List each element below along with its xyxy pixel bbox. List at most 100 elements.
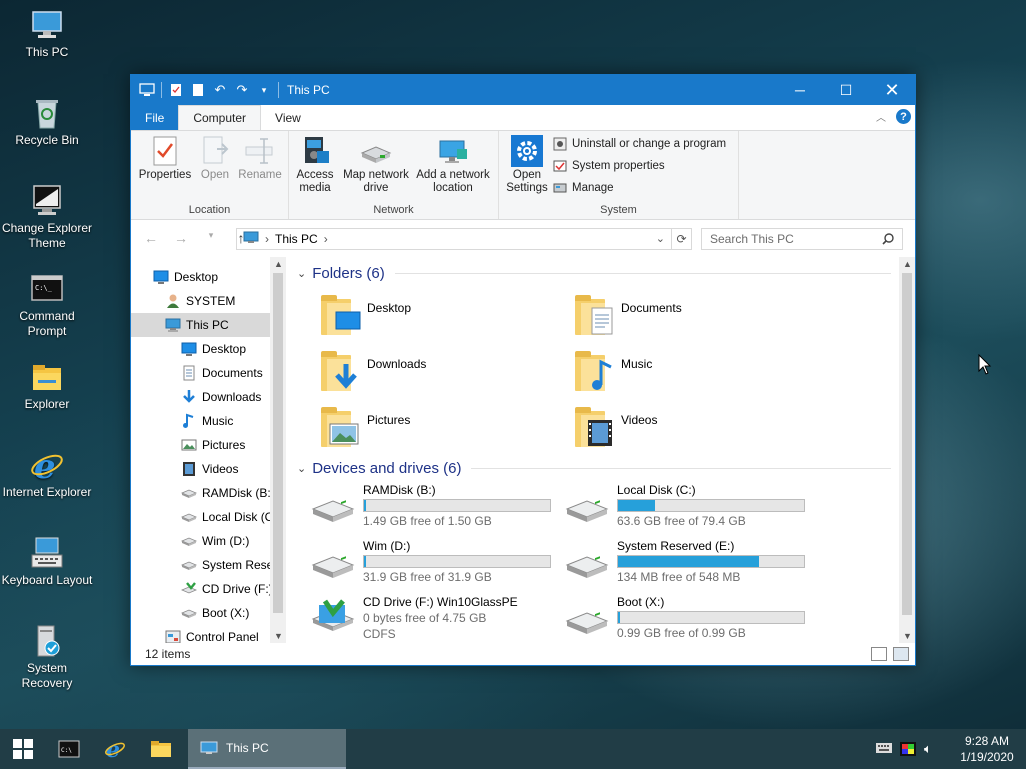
nav-tree-item[interactable]: Desktop bbox=[131, 337, 286, 361]
collapse-chevron-icon[interactable]: ⌄ bbox=[297, 462, 306, 475]
volume-icon[interactable]: 🔈︎ bbox=[924, 742, 940, 756]
nav-tree-item[interactable]: Local Disk (C:) bbox=[131, 505, 286, 529]
scroll-down-icon[interactable]: ▼ bbox=[274, 631, 283, 641]
taskbar-task-this-pc[interactable]: This PC bbox=[188, 729, 346, 769]
nav-tree-item[interactable]: SYSTEM bbox=[131, 289, 286, 313]
map-network-drive-button[interactable]: Map network drive bbox=[339, 135, 413, 195]
maximize-button[interactable]: ☐ bbox=[823, 75, 869, 105]
redo-icon[interactable]: ↷ bbox=[234, 82, 250, 98]
nav-scrollbar[interactable]: ▲ ▼ bbox=[270, 257, 286, 643]
nav-tree-item[interactable]: Desktop bbox=[131, 265, 286, 289]
recent-dropdown-icon[interactable]: ▾ bbox=[203, 230, 219, 246]
desktop-icon-change-explorer-theme[interactable]: Change Explorer Theme bbox=[0, 184, 94, 251]
system-properties-button[interactable]: System properties bbox=[553, 159, 665, 173]
scroll-down-icon[interactable]: ▼ bbox=[903, 631, 912, 641]
drives-section-header[interactable]: ⌄ Devices and drives (6) bbox=[297, 460, 891, 477]
open-settings-button[interactable]: Open Settings bbox=[505, 135, 549, 195]
folder-item[interactable]: Videos bbox=[571, 405, 657, 449]
back-arrow-icon[interactable]: ← bbox=[143, 230, 159, 246]
help-icon[interactable]: ? bbox=[896, 109, 911, 124]
uninstall-program-button[interactable]: Uninstall or change a program bbox=[553, 137, 726, 151]
folder-item[interactable]: Desktop bbox=[317, 293, 411, 337]
drive-item[interactable]: Boot (X:) 0.99 GB free of 0.99 GB bbox=[555, 595, 805, 643]
desktop-icon-explorer[interactable]: Explorer bbox=[0, 360, 94, 412]
nav-tree-label: Documents bbox=[202, 366, 263, 380]
drive-item[interactable]: CD Drive (F:) Win10GlassPE 0 bytes free o… bbox=[301, 595, 551, 643]
properties-button[interactable]: Properties bbox=[135, 135, 195, 182]
tab-view[interactable]: View bbox=[261, 105, 315, 130]
nav-tree-item[interactable]: Wim (D:) bbox=[131, 529, 286, 553]
desktop-icon-command-prompt[interactable]: C:\_ Command Prompt bbox=[0, 272, 94, 339]
folder-item[interactable]: Pictures bbox=[317, 405, 410, 449]
add-network-location-button[interactable]: Add a network location bbox=[411, 135, 495, 195]
address-bar-row: ← → ▾ ↑ › This PC › ⌄ ⟳ Search This PC bbox=[131, 220, 915, 256]
scroll-up-icon[interactable]: ▲ bbox=[903, 259, 912, 269]
tab-computer[interactable]: Computer bbox=[178, 105, 262, 130]
nav-scroll-thumb[interactable] bbox=[273, 273, 283, 613]
undo-icon[interactable]: ↶ bbox=[212, 82, 228, 98]
collapse-chevron-icon[interactable]: ⌄ bbox=[297, 267, 306, 280]
desktop-icon-system-recovery[interactable]: System Recovery bbox=[0, 624, 94, 691]
address-field[interactable]: › This PC › ⌄ bbox=[236, 228, 672, 250]
search-placeholder: Search This PC bbox=[710, 232, 794, 246]
taskbar-internet-explorer[interactable]: e bbox=[92, 729, 138, 769]
breadcrumb-chevron-icon[interactable]: › bbox=[265, 232, 269, 246]
display-color-icon[interactable] bbox=[900, 742, 916, 756]
desktop-icon-this-pc[interactable]: This PC bbox=[0, 8, 94, 60]
manage-button[interactable]: Manage bbox=[553, 181, 614, 195]
nav-tree-item[interactable]: CD Drive (F:) W bbox=[131, 577, 286, 601]
drive-item[interactable]: Wim (D:) 31.9 GB free of 31.9 GB bbox=[301, 539, 551, 593]
drive-item[interactable]: Local Disk (C:) 63.6 GB free of 79.4 GB bbox=[555, 483, 805, 537]
clock[interactable]: 9:28 AM 1/19/2020 bbox=[948, 733, 1026, 765]
rename-button[interactable]: Rename bbox=[235, 135, 285, 182]
content-scroll-thumb[interactable] bbox=[902, 273, 912, 615]
access-media-button[interactable]: Access media bbox=[293, 135, 337, 195]
folder-item[interactable]: Documents bbox=[571, 293, 682, 337]
desktop-icon-internet-explorer[interactable]: e Internet Explorer bbox=[0, 447, 94, 500]
nav-tree-item[interactable]: Documents bbox=[131, 361, 286, 385]
forward-arrow-icon[interactable]: → bbox=[173, 230, 189, 246]
refresh-button[interactable]: ⟳ bbox=[672, 228, 692, 250]
content-pane: ⌄ Folders (6) Desktop Documents Downloads M… bbox=[291, 257, 901, 643]
desktop-icon-keyboard-layout[interactable]: Keyboard Layout bbox=[0, 536, 94, 588]
nav-tree-item[interactable]: Boot (X:) bbox=[131, 601, 286, 625]
nav-tree-item[interactable]: RAMDisk (B:) bbox=[131, 481, 286, 505]
search-input[interactable]: Search This PC bbox=[701, 228, 903, 250]
address-dropdown-icon[interactable]: ⌄ bbox=[656, 232, 665, 245]
new-folder-icon[interactable] bbox=[190, 82, 206, 98]
taskbar-file-explorer[interactable] bbox=[138, 729, 184, 769]
keyboard-icon[interactable] bbox=[876, 742, 892, 756]
system-properties-icon bbox=[553, 159, 567, 173]
nav-tree-item[interactable]: Videos bbox=[131, 457, 286, 481]
properties-icon[interactable] bbox=[168, 82, 184, 98]
nav-tree-item[interactable]: This PC bbox=[131, 313, 286, 337]
command-prompt-icon: C:\ bbox=[58, 740, 80, 758]
drive-item[interactable]: System Reserved (E:) 134 MB free of 548 M… bbox=[555, 539, 805, 593]
content-scrollbar[interactable]: ▲ ▼ bbox=[899, 257, 915, 643]
ribbon-group-label: Location bbox=[188, 204, 231, 216]
drive-item[interactable]: RAMDisk (B:) 1.49 GB free of 1.50 GB bbox=[301, 483, 551, 537]
folders-section-header[interactable]: ⌄ Folders (6) bbox=[297, 265, 891, 282]
scroll-up-icon[interactable]: ▲ bbox=[274, 259, 283, 269]
breadcrumb-chevron-icon[interactable]: › bbox=[324, 232, 328, 246]
folder-item[interactable]: Music bbox=[571, 349, 652, 393]
details-view-icon[interactable] bbox=[871, 647, 887, 661]
nav-tree-item[interactable]: Music bbox=[131, 409, 286, 433]
nav-tree-item[interactable]: Control Panel bbox=[131, 625, 286, 643]
close-button[interactable]: ✕ bbox=[869, 75, 915, 105]
desktop-icon-recycle-bin[interactable]: Recycle Bin bbox=[0, 96, 94, 148]
nav-tree-item[interactable]: Downloads bbox=[131, 385, 286, 409]
title-bar[interactable]: ↶ ↷ ▾ This PC ─ ☐ ✕ bbox=[131, 75, 915, 105]
large-icons-view-icon[interactable] bbox=[893, 647, 909, 661]
customize-dropdown-icon[interactable]: ▾ bbox=[256, 82, 272, 98]
breadcrumb-this-pc[interactable]: This PC bbox=[275, 232, 318, 246]
taskbar-command-prompt[interactable]: C:\ bbox=[46, 729, 92, 769]
nav-tree-item[interactable]: System Reserved bbox=[131, 553, 286, 577]
minimize-button[interactable]: ─ bbox=[777, 75, 823, 105]
folder-item[interactable]: Downloads bbox=[317, 349, 426, 393]
open-button[interactable]: Open bbox=[195, 135, 235, 182]
start-button[interactable] bbox=[0, 729, 46, 769]
nav-tree-item[interactable]: Pictures bbox=[131, 433, 286, 457]
tab-file[interactable]: File bbox=[131, 105, 179, 130]
collapse-ribbon-icon[interactable]: ︿ bbox=[876, 109, 886, 124]
